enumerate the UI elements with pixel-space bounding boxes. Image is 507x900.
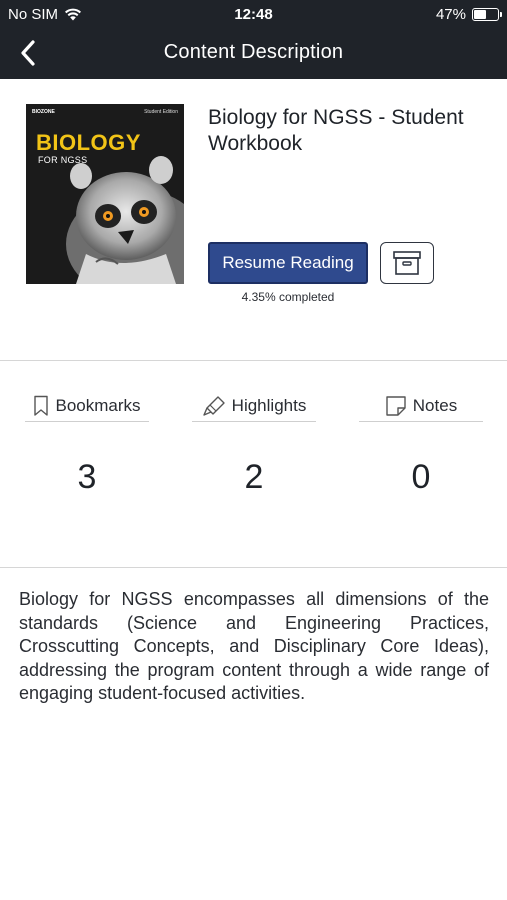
battery-status: 47% [435, 6, 502, 23]
status-time: 12:48 [234, 6, 273, 23]
highlights-count: 2 [244, 458, 264, 496]
stat-notes: Notes 0 [359, 390, 483, 497]
bookmark-icon [34, 395, 49, 416]
top-bar: No SIM 12:48 47% Content Description [0, 0, 507, 79]
archive-box-icon [393, 251, 421, 275]
stat-bookmarks: Bookmarks 3 [25, 390, 149, 497]
bookmarks-count: 3 [77, 458, 97, 496]
highlights-label: Highlights [231, 395, 307, 415]
status-bar: No SIM 12:48 47% [0, 0, 507, 28]
nav-bar: Content Description [0, 28, 507, 79]
reading-progress: 4.35% completed [241, 290, 335, 304]
book-cover[interactable]: BIOZONE Student Edition BIOLOGY FOR NGSS [26, 104, 184, 284]
tab-notes[interactable]: Notes [359, 390, 483, 422]
bookmarks-label: Bookmarks [55, 395, 141, 415]
stat-highlights: Highlights 2 [192, 390, 316, 497]
book-description: Biology for NGSS encompasses all dimensi… [19, 589, 489, 703]
battery-icon [472, 8, 502, 21]
battery-fill [474, 10, 486, 19]
note-icon [386, 395, 406, 416]
notes-label: Notes [412, 395, 458, 415]
highlighter-icon [202, 395, 225, 416]
tab-highlights[interactable]: Highlights [192, 390, 316, 422]
divider-bottom [0, 567, 507, 568]
divider-top [0, 360, 507, 361]
cover-title: BIOLOGY [36, 130, 141, 155]
tab-bookmarks[interactable]: Bookmarks [25, 390, 149, 422]
page-title: Content Description [163, 41, 344, 63]
battery-percent: 47% [435, 6, 466, 23]
notes-count: 0 [411, 458, 431, 496]
cover-subtitle: FOR NGSS [38, 155, 88, 165]
resume-reading-button[interactable]: Resume Reading [208, 242, 368, 284]
book-title: Biology for NGSS - Student Workbook [208, 106, 464, 155]
archive-button[interactable] [380, 242, 434, 284]
